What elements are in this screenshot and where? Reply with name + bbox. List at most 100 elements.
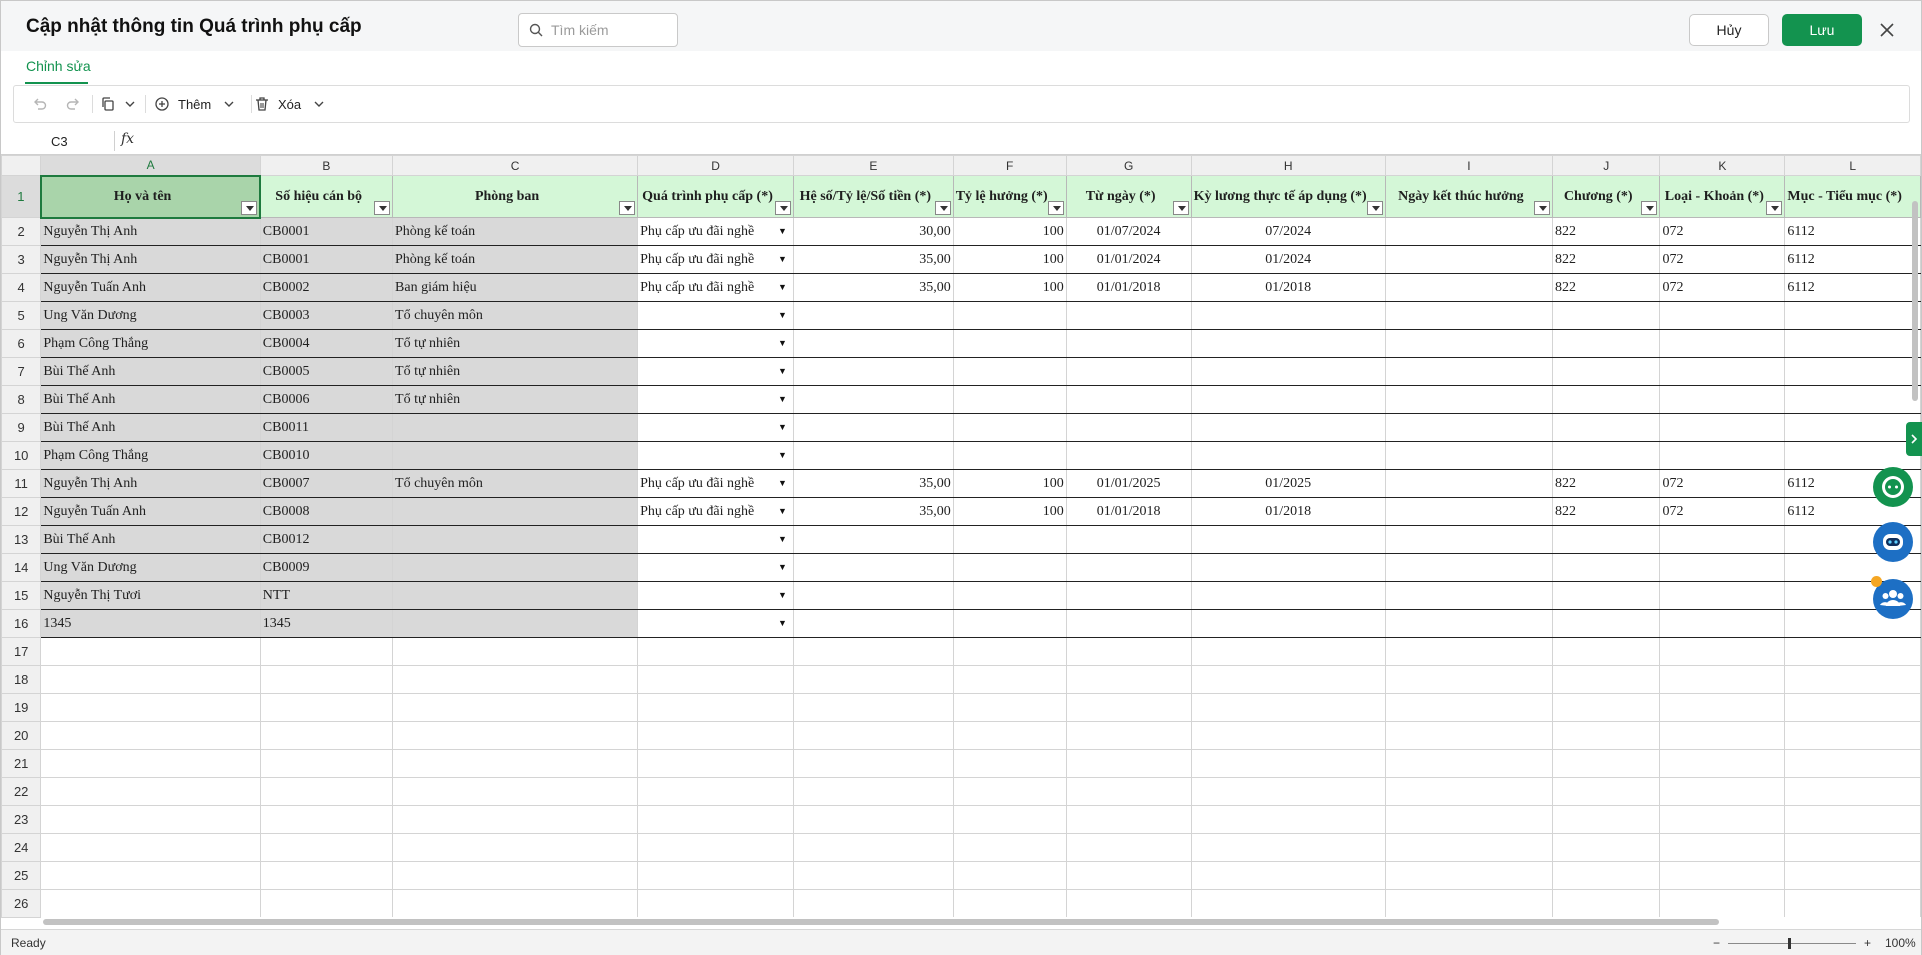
table-cell[interactable]: 01/01/2024 — [1065, 245, 1192, 274]
row-number[interactable]: 5 — [0, 301, 42, 330]
table-cell[interactable] — [40, 721, 261, 750]
row-number[interactable]: 7 — [0, 357, 42, 386]
row-number[interactable]: 9 — [0, 413, 42, 442]
filter-button[interactable] — [1172, 201, 1189, 215]
table-cell[interactable] — [952, 413, 1067, 442]
row-number[interactable]: 1 — [0, 175, 42, 218]
table-cell[interactable]: 01/2018 — [1190, 273, 1386, 302]
column-header[interactable]: B — [259, 155, 394, 176]
table-cell[interactable] — [1190, 665, 1386, 694]
table-cell[interactable] — [1784, 777, 1921, 806]
table-cell[interactable] — [1384, 721, 1554, 750]
table-cell[interactable] — [1384, 693, 1554, 722]
table-cell[interactable] — [1784, 749, 1921, 778]
row-number[interactable]: 24 — [0, 833, 42, 862]
table-cell[interactable] — [1190, 861, 1386, 890]
table-cell[interactable] — [1190, 833, 1386, 862]
table-cell[interactable] — [1659, 553, 1786, 582]
table-cell[interactable]: Phụ cấp ưu đãi nghề ▼ — [637, 497, 794, 526]
dropdown-arrow-icon[interactable]: ▼ — [778, 450, 787, 460]
table-cell[interactable] — [1552, 553, 1661, 582]
table-cell[interactable] — [792, 357, 954, 386]
table-cell[interactable]: 822 — [1552, 245, 1661, 274]
table-cell[interactable]: 100 — [952, 497, 1067, 526]
table-cell[interactable] — [792, 805, 954, 834]
table-cell[interactable]: Bùi Thế Anh — [40, 525, 261, 554]
table-cell[interactable] — [1659, 721, 1786, 750]
table-cell[interactable] — [392, 441, 639, 470]
column-header[interactable]: G — [1065, 155, 1192, 176]
row-number[interactable]: 11 — [0, 469, 42, 498]
save-button[interactable]: Lưu — [1782, 14, 1862, 46]
table-cell[interactable] — [1384, 609, 1554, 638]
dropdown-arrow-icon[interactable]: ▼ — [778, 422, 787, 432]
table-cell[interactable] — [259, 693, 394, 722]
table-cell[interactable] — [1552, 861, 1661, 890]
table-cell[interactable] — [1384, 357, 1554, 386]
table-cell[interactable]: NTT — [259, 581, 394, 610]
table-cell[interactable] — [952, 357, 1067, 386]
table-cell[interactable] — [1190, 721, 1386, 750]
table-cell[interactable] — [40, 805, 261, 834]
table-cell[interactable] — [952, 553, 1067, 582]
table-cell[interactable] — [1384, 217, 1554, 246]
search-input[interactable] — [551, 20, 671, 40]
table-cell[interactable] — [1784, 413, 1921, 442]
table-cell[interactable] — [1065, 693, 1192, 722]
row-number[interactable]: 20 — [0, 721, 42, 750]
table-cell[interactable] — [1784, 357, 1921, 386]
table-cell[interactable] — [1065, 833, 1192, 862]
table-cell[interactable] — [637, 777, 794, 806]
table-cell[interactable]: 100 — [952, 273, 1067, 302]
table-cell[interactable] — [1384, 665, 1554, 694]
table-cell[interactable] — [259, 749, 394, 778]
table-cell[interactable] — [1190, 777, 1386, 806]
zoom-out-button[interactable]: − — [1713, 936, 1720, 950]
table-cell[interactable]: CB0003 — [259, 301, 394, 330]
table-cell[interactable] — [392, 497, 639, 526]
row-number[interactable]: 8 — [0, 385, 42, 414]
table-cell[interactable]: 07/2024 — [1190, 217, 1386, 246]
table-cell[interactable] — [1065, 413, 1192, 442]
table-cell[interactable] — [637, 889, 794, 918]
search-box[interactable] — [518, 13, 678, 47]
table-cell[interactable] — [1784, 301, 1921, 330]
table-cell[interactable] — [40, 861, 261, 890]
table-cell[interactable] — [1552, 833, 1661, 862]
table-cell[interactable] — [1190, 693, 1386, 722]
table-cell[interactable] — [1659, 385, 1786, 414]
column-header[interactable]: A — [40, 155, 261, 177]
dropdown-arrow-icon[interactable]: ▼ — [778, 310, 787, 320]
table-cell[interactable] — [792, 889, 954, 918]
header-cell[interactable]: Họ và tên — [39, 174, 262, 219]
table-cell[interactable]: Phụ cấp ưu đãi nghề ▼ — [637, 273, 794, 302]
table-cell[interactable]: 100 — [952, 469, 1067, 498]
table-cell[interactable] — [1384, 301, 1554, 330]
filter-button[interactable] — [241, 200, 258, 215]
table-cell[interactable]: 35,00 — [792, 469, 954, 498]
table-cell[interactable]: CB0010 — [259, 441, 394, 470]
assistant-bot-button[interactable] — [1873, 522, 1913, 562]
table-cell[interactable] — [1384, 469, 1554, 498]
table-cell[interactable] — [1384, 861, 1554, 890]
table-cell[interactable] — [392, 777, 639, 806]
delete-button[interactable]: Xóa — [254, 86, 325, 122]
table-cell[interactable] — [637, 749, 794, 778]
filter-button[interactable] — [1641, 201, 1658, 215]
table-cell[interactable] — [1190, 609, 1386, 638]
table-cell[interactable] — [792, 833, 954, 862]
table-cell[interactable] — [1784, 889, 1921, 918]
table-cell[interactable] — [1659, 637, 1786, 666]
header-cell[interactable]: Quá trình phụ cấp (*) — [637, 175, 794, 218]
table-cell[interactable] — [1659, 329, 1786, 358]
table-cell[interactable] — [1065, 581, 1192, 610]
table-cell[interactable] — [1065, 301, 1192, 330]
table-cell[interactable] — [1065, 805, 1192, 834]
table-cell[interactable] — [1552, 413, 1661, 442]
table-cell[interactable]: Nguyễn Tuấn Anh — [40, 273, 261, 302]
table-cell[interactable] — [1065, 385, 1192, 414]
column-header[interactable]: C — [392, 155, 639, 176]
table-cell[interactable] — [1659, 357, 1786, 386]
dropdown-arrow-icon[interactable]: ▼ — [778, 394, 787, 404]
table-cell[interactable] — [1552, 665, 1661, 694]
